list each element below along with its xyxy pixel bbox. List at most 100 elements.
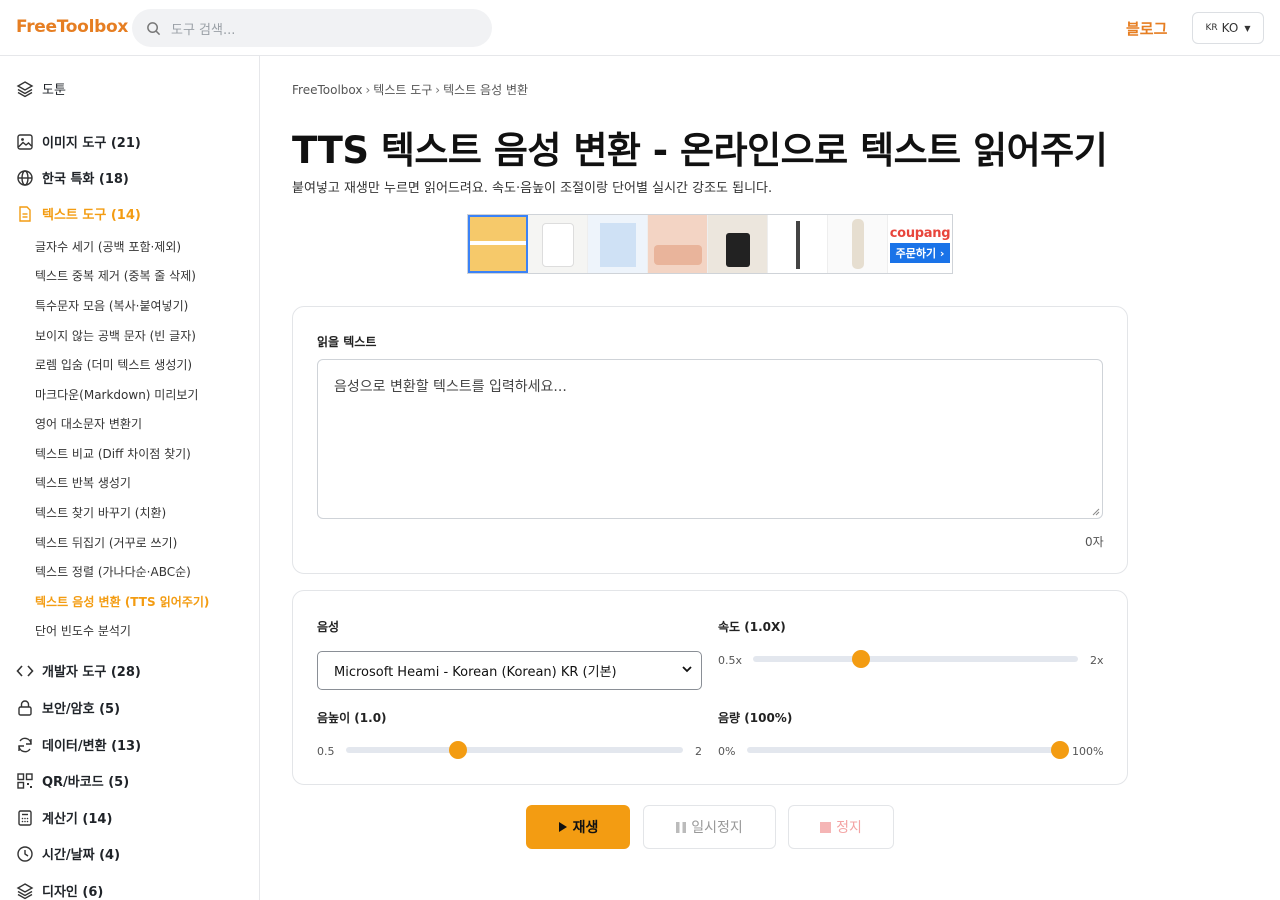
sidebar-subitem[interactable]: 텍스트 정렬 (가나다순·ABC순) [35,563,191,580]
ad-product-image[interactable] [468,215,528,273]
volume-slider[interactable] [747,747,1060,753]
char-count: 0자 [1085,535,1104,549]
sidebar-subitem[interactable]: 로렘 입숨 (더미 텍스트 생성기) [35,356,192,373]
refresh-icon [18,737,32,752]
sidebar-subitem[interactable]: 마크다운(Markdown) 미리보기 [35,386,198,403]
voice-select[interactable]: Microsoft Heami - Korean (Korean) KR (기본… [317,651,702,690]
ad-order-button[interactable]: 주문하기 › [889,242,951,263]
stop-icon [820,821,832,833]
text-input-placeholder: 음성으로 변환할 텍스트를 입력하세요... [334,379,567,395]
breadcrumb-separator: › [435,83,441,97]
sidebar-subitem[interactable]: 텍스트 반복 생성기 [35,474,131,491]
lock-icon [18,699,32,716]
sidebar-subitem[interactable]: 텍스트 비교 (Diff 차이점 찾기) [35,445,191,462]
sidebar-subitem-active[interactable]: 텍스트 음성 변환 (TTS 읽어주기) [35,593,209,610]
chevron-down-icon [682,666,692,673]
qr-icon [17,772,33,789]
speed-min: 0.5x [718,654,743,667]
breadcrumb: FreeToolbox › 텍스트 도구 › 텍스트 음성 변환 [292,81,528,98]
sidebar-item-security[interactable]: 보안/암호 (5) [16,698,120,717]
pause-button-label: 일시정지 [691,820,743,836]
sidebar-subitem[interactable]: 텍스트 중복 제거 (중복 줄 삭제) [35,267,196,284]
search-placeholder: 도구 검색... [171,22,236,38]
breadcrumb-home[interactable]: FreeToolbox [292,83,362,97]
sidebar-item-label: 디자인 (6) [42,885,104,900]
breadcrumb-current: 텍스트 음성 변환 [443,83,529,97]
page-title: TTS 텍스트 음성 변환 - 온라인으로 텍스트 읽어주기 [292,129,1108,172]
ad-product-image[interactable] [708,215,768,273]
stop-button-label: 정지 [836,820,862,836]
sidebar-item-home[interactable]: 도툰 [16,79,66,98]
sidebar-subitem[interactable]: 텍스트 뒤집기 (거꾸로 쓰기) [35,534,177,551]
pitch-slider[interactable] [346,747,683,753]
sidebar-item-label: 데이터/변환 (13) [42,739,142,754]
sidebar-item-image-tools[interactable]: 이미지 도구 (21) [16,132,141,151]
search-icon [147,21,161,35]
ad-product-image[interactable] [828,215,888,273]
blog-link[interactable]: 블로그 [1126,18,1167,39]
pitch-label: 음높이 (1.0) [317,711,387,725]
sidebar-item-dev-tools[interactable]: 개발자 도구 (28) [16,661,141,680]
image-icon [17,133,33,150]
logo[interactable]: FreeToolbox [16,17,128,37]
sidebar-subitem[interactable]: 단어 빈도수 분석기 [35,622,131,639]
breadcrumb-separator: › [365,83,371,97]
calculator-icon [18,809,32,826]
resize-handle-icon[interactable] [1092,508,1100,516]
sidebar-item-korean[interactable]: 한국 특화 (18) [16,168,129,187]
volume-slider-thumb[interactable] [1051,741,1069,759]
volume-min: 0% [718,745,736,758]
ad-coupang[interactable]: coupang 주문하기 › [888,215,952,273]
sidebar-item-label: 계산기 (14) [42,812,113,827]
flag-icon: KR [1205,23,1218,33]
sidebar-item-label: QR/바코드 (5) [42,775,130,790]
globe-icon [17,169,33,186]
pitch-max: 2 [695,745,702,758]
volume-max: 100% [1072,745,1104,758]
sidebar-item-label: 시간/날짜 (4) [42,848,121,863]
sidebar-subitem[interactable]: 글자수 세기 (공백 포함·제외) [35,238,181,255]
text-input[interactable]: 음성으로 변환할 텍스트를 입력하세요... [317,359,1103,519]
sidebar-subitem[interactable]: 텍스트 찾기 바꾸기 (치환) [35,504,166,521]
pitch-min: 0.5 [317,745,335,758]
ad-product-image[interactable] [648,215,708,273]
layers-icon [16,882,34,899]
play-icon [558,822,567,832]
layers-icon [16,80,34,97]
speed-slider[interactable] [753,656,1078,662]
breadcrumb-category[interactable]: 텍스트 도구 [373,83,432,97]
stop-button[interactable]: 정지 [788,805,894,849]
sidebar-item-calculator[interactable]: 계산기 (14) [16,808,112,827]
sidebar-subitem[interactable]: 영어 대소문자 변환기 [35,415,142,432]
document-icon [19,205,31,222]
sidebar-subitem[interactable]: 특수문자 모음 (복사·붙여넣기) [35,297,188,314]
sidebar: 도툰 이미지 도구 (21) 한국 특화 (18) 텍스트 도구 (14) 글자… [0,56,260,900]
sidebar-subitem[interactable]: 보이지 않는 공백 문자 (빈 글자) [35,327,196,344]
language-select[interactable]: KR KO ▼ [1192,12,1264,44]
sidebar-item-text-tools[interactable]: 텍스트 도구 (14) [16,204,141,223]
ad-banner[interactable]: coupang 주문하기 › [467,214,953,274]
sidebar-item-data[interactable]: 데이터/변환 (13) [16,735,141,754]
header: FreeToolbox 도구 검색... 블로그 KR KO ▼ [0,0,1280,56]
search-input[interactable]: 도구 검색... [132,9,492,47]
ad-product-image[interactable] [768,215,828,273]
pause-button[interactable]: 일시정지 [643,805,776,849]
speed-max: 2x [1090,654,1104,667]
sidebar-item-qr[interactable]: QR/바코드 (5) [16,771,129,790]
code-icon [16,664,34,677]
sidebar-item-time[interactable]: 시간/날짜 (4) [16,844,120,863]
ad-product-image[interactable] [528,215,588,273]
ad-product-image[interactable] [588,215,648,273]
play-button-label: 재생 [572,820,599,836]
pause-icon [676,821,687,833]
sidebar-item-label: 개발자 도구 (28) [42,665,141,680]
sidebar-item-label: 이미지 도구 (21) [42,136,141,151]
sidebar-item-design[interactable]: 디자인 (6) [16,881,103,900]
language-label: KO [1221,21,1239,35]
sidebar-item-label: 도툰 [42,83,66,98]
voice-select-value: Microsoft Heami - Korean (Korean) KR (기본… [334,665,617,680]
clock-icon [17,845,33,862]
coupang-logo: coupang [889,225,951,241]
text-input-label: 읽을 텍스트 [317,335,377,349]
play-button[interactable]: 재생 [526,805,630,849]
